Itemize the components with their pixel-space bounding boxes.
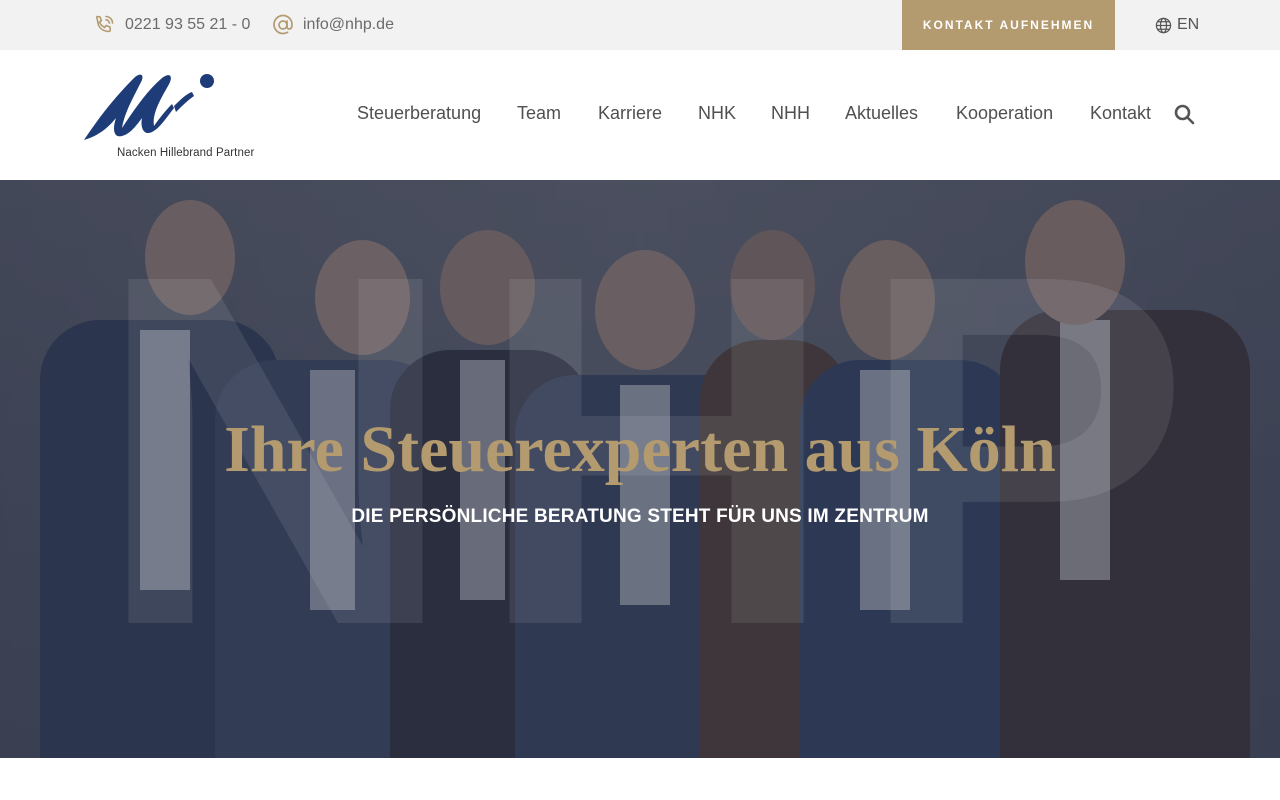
main-header: Nacken Hillebrand Partner Steuerberatung… [0,50,1280,180]
phone-link[interactable]: 0221 93 55 21 - 0 [92,0,250,50]
email-link[interactable]: info@nhp.de [272,0,394,50]
hero-subtitle: DIE PERSÖNLICHE BERATUNG STEHT FÜR UNS I… [351,506,929,527]
nav-item-steuerberatung[interactable]: Steuerberatung [357,103,481,124]
contact-cta-button[interactable]: KONTAKT AUFNEHMEN [902,0,1115,50]
top-bar: 0221 93 55 21 - 0 info@nhp.de KONTAKT AU… [0,0,1280,50]
at-icon [272,13,294,37]
nav-item-kooperation[interactable]: Kooperation [956,103,1053,124]
nav-item-nhh[interactable]: NHH [771,103,810,124]
phone-icon [92,13,116,37]
language-switcher[interactable]: EN [1155,0,1199,50]
phone-number: 0221 93 55 21 - 0 [125,16,251,33]
nav-item-kontakt[interactable]: Kontakt [1090,103,1151,124]
globe-icon [1155,17,1172,34]
search-icon[interactable] [1174,104,1195,130]
hero-section: NHP Ihre Steuerexperten aus Köln DIE PER… [0,180,1280,758]
logo-text: Nacken Hillebrand Partner [117,147,255,159]
hero-title: Ihre Steuerexperten aus Köln [224,413,1056,486]
email-address: info@nhp.de [303,16,394,33]
nav-item-team[interactable]: Team [517,103,561,124]
logo[interactable]: Nacken Hillebrand Partner [82,70,255,162]
nav-item-nhk[interactable]: NHK [698,103,736,124]
language-label: EN [1177,16,1200,33]
page-continuation [0,758,1280,800]
logo-mark [84,74,214,140]
nav-item-karriere[interactable]: Karriere [598,103,662,124]
nav-item-aktuelles[interactable]: Aktuelles [845,103,918,124]
